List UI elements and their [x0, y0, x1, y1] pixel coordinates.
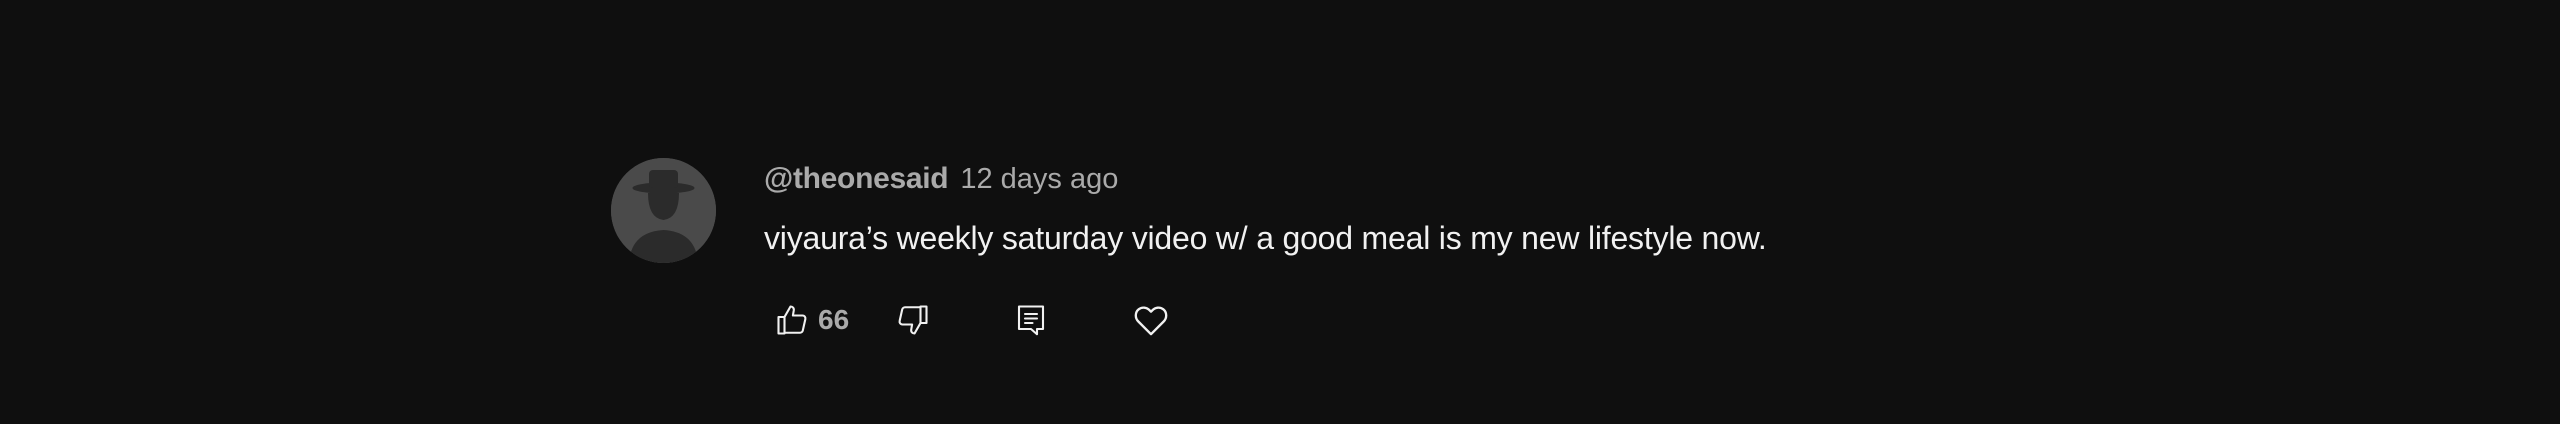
like-button[interactable]: 66	[774, 302, 849, 338]
avatar[interactable]	[611, 158, 716, 263]
dislike-button[interactable]	[895, 302, 931, 338]
comment-text: viyaura’s weekly saturday video w/ a goo…	[764, 220, 1767, 256]
heart-button[interactable]	[1131, 300, 1171, 340]
reply-button[interactable]	[1013, 302, 1049, 338]
author-name[interactable]: @theonesaid	[764, 162, 949, 196]
reply-icon	[1018, 305, 1045, 336]
thumbs-up-icon	[777, 305, 807, 335]
like-count: 66	[818, 304, 850, 335]
comment-timestamp[interactable]: 12 days ago	[960, 163, 1118, 196]
default-avatar-icon	[611, 158, 716, 263]
heart-icon	[1134, 306, 1168, 336]
comment-header: @theonesaid 12 days ago	[764, 162, 1767, 202]
comment-body: @theonesaid 12 days ago viyaura’s weekly…	[764, 162, 1767, 341]
comments-panel: @theonesaid 12 days ago viyaura’s weekly…	[0, 0, 2560, 424]
comment-actions: 66	[774, 299, 1767, 341]
comment-item: @theonesaid 12 days ago viyaura’s weekly…	[611, 158, 1767, 341]
thumbs-down-icon	[898, 305, 928, 335]
